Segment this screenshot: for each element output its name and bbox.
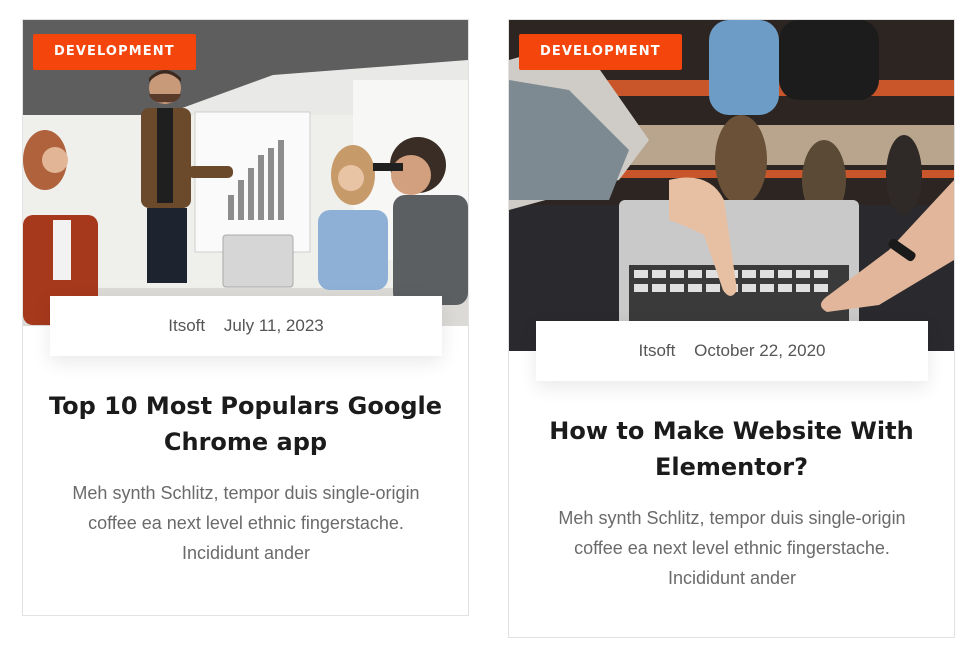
post-author[interactable]: Itsoft (639, 341, 676, 360)
post-meta: Itsoft October 22, 2020 (536, 321, 928, 381)
category-badge[interactable]: DEVELOPMENT (33, 34, 196, 70)
post-author[interactable]: Itsoft (168, 316, 205, 335)
post-title[interactable]: Top 10 Most Populars Google Chrome app (43, 388, 448, 460)
post-excerpt: Meh synth Schlitz, tempor duis single-or… (72, 483, 420, 563)
blog-card[interactable]: DEVELOPMENT Itsoft July 11, 2023 Top 10 … (22, 19, 469, 616)
post-date: July 11, 2023 (223, 316, 324, 335)
post-title[interactable]: How to Make Website With Elementor? (529, 413, 934, 485)
post-excerpt: Meh synth Schlitz, tempor duis single-or… (558, 508, 906, 588)
post-date: October 22, 2020 (694, 341, 826, 360)
blog-card[interactable]: DEVELOPMENT Itsoft October 22, 2020 How … (508, 19, 955, 638)
post-meta: Itsoft July 11, 2023 (50, 296, 442, 356)
category-badge[interactable]: DEVELOPMENT (519, 34, 682, 70)
